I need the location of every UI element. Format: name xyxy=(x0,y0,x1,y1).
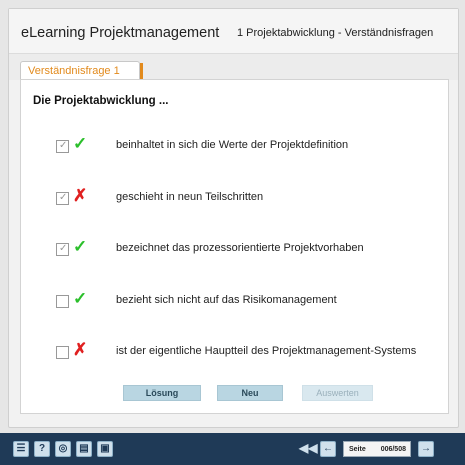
answer-checkbox[interactable]: ✓ xyxy=(56,140,69,153)
answer-checkbox[interactable]: ✓ xyxy=(56,192,69,205)
bottom-toolbar: ☰ ? ◎ ▤ ▣ ◀◀ ← Seite 006/508 → xyxy=(0,433,465,465)
tab-accent xyxy=(140,63,143,80)
print-icon[interactable]: ▣ xyxy=(97,441,113,457)
answer-row: ✓ ✗ geschieht in neun Teilschritten xyxy=(21,186,450,213)
glossary-icon[interactable]: ◎ xyxy=(55,441,71,457)
page-label: Seite xyxy=(349,446,366,453)
wrong-icon: ✗ xyxy=(73,340,88,359)
first-page-icon[interactable]: ◀◀ xyxy=(299,441,317,457)
question-title: Die Projektabwicklung ... xyxy=(33,95,169,107)
answer-row: ✓ ✓ beinhaltet in sich die Werte der Pro… xyxy=(21,134,450,161)
question-panel: Die Projektabwicklung ... ✓ ✓ beinhaltet… xyxy=(20,79,449,414)
chapter-title: 1 Projektabwicklung - Verständnisfragen xyxy=(237,27,434,39)
header: eLearning Projektmanagement 1 Projektabw… xyxy=(9,9,458,53)
answer-text: bezeichnet das prozessorientierte Projek… xyxy=(116,242,364,254)
answer-checkbox[interactable]: ✓ xyxy=(56,243,69,256)
answer-text: ist der eigentliche Hauptteil des Projek… xyxy=(116,345,417,357)
evaluate-button[interactable]: Auswerten xyxy=(302,385,373,401)
answer-text: beinhaltet in sich die Werte der Projekt… xyxy=(116,139,349,151)
help-icon[interactable]: ? xyxy=(34,441,50,457)
app-window: eLearning Projektmanagement 1 Projektabw… xyxy=(8,8,459,428)
answer-text: geschieht in neun Teilschritten xyxy=(116,191,264,203)
answer-row: ✓ ✓ bezeichnet das prozessorientierte Pr… xyxy=(21,237,450,264)
page-indicator: Seite 006/508 xyxy=(343,441,411,457)
answer-text: bezieht sich nicht auf das Risikomanagem… xyxy=(116,294,337,306)
page-number: 006/508 xyxy=(380,446,406,453)
answer-row: ✗ ist der eigentliche Hauptteil des Proj… xyxy=(21,340,450,367)
next-page-button[interactable]: → xyxy=(418,441,434,457)
correct-icon: ✓ xyxy=(73,289,88,308)
correct-icon: ✓ xyxy=(73,237,88,256)
tab-bar: Verständnisfrage 1 xyxy=(9,53,458,80)
answer-checkbox[interactable] xyxy=(56,295,69,308)
app-title: eLearning Projektmanagement xyxy=(21,25,220,41)
correct-icon: ✓ xyxy=(73,134,88,153)
tab-question-1[interactable]: Verständnisfrage 1 xyxy=(20,61,140,80)
list-icon[interactable]: ☰ xyxy=(13,441,29,457)
wrong-icon: ✗ xyxy=(73,186,88,205)
new-button[interactable]: Neu xyxy=(217,385,283,401)
previous-page-button[interactable]: ← xyxy=(320,441,336,457)
checkmark-icon: ✓ xyxy=(59,140,68,151)
checkmark-icon: ✓ xyxy=(59,243,68,254)
solution-button[interactable]: Lösung xyxy=(123,385,201,401)
answer-checkbox[interactable] xyxy=(56,346,69,359)
checkmark-icon: ✓ xyxy=(59,192,68,203)
answer-row: ✓ bezieht sich nicht auf das Risikomanag… xyxy=(21,289,450,316)
notes-icon[interactable]: ▤ xyxy=(76,441,92,457)
